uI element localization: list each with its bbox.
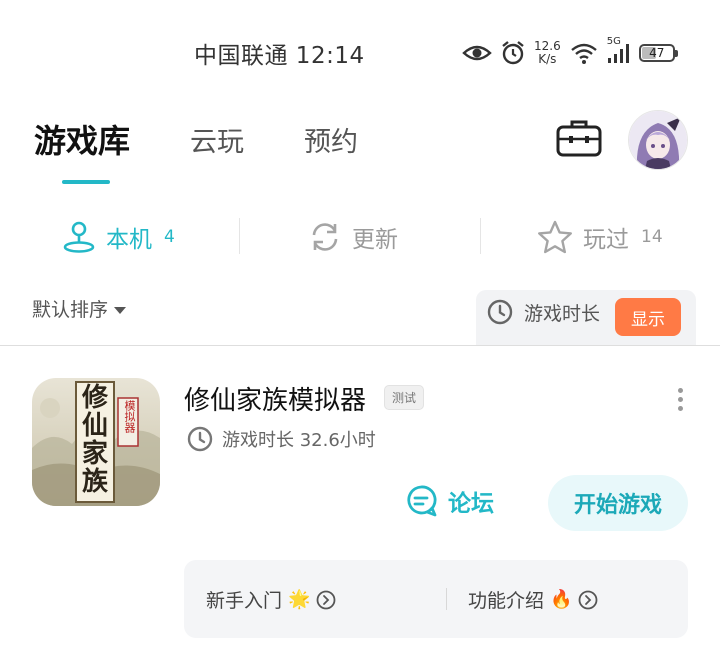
active-tab-indicator — [62, 180, 110, 184]
tab-game-library[interactable]: 游戏库 — [34, 116, 130, 162]
subtab-local-label: 本机 — [106, 227, 152, 253]
circle-arrow-right-icon — [317, 590, 336, 609]
subtab-played[interactable]: 玩过 14 — [537, 218, 663, 256]
chat-bubble-icon — [407, 485, 437, 517]
net-speed-unit: K/s — [538, 52, 557, 66]
subtab-update-label: 更新 — [352, 227, 398, 253]
forum-button[interactable]: 论坛 — [404, 484, 494, 518]
subtab-local[interactable]: 本机 4 — [62, 218, 175, 256]
game-playtime: 游戏时长 32.6小时 — [186, 425, 376, 453]
more-options-icon[interactable] — [672, 388, 688, 418]
star-icon — [538, 220, 572, 254]
subtab-played-count: 14 — [641, 227, 663, 247]
game-icon[interactable]: 修 仙 家 族 模拟器 — [32, 378, 160, 506]
refresh-icon — [312, 223, 338, 251]
signal-5g: 5G — [607, 36, 631, 64]
subtab-update[interactable]: 更新 — [308, 218, 398, 256]
game-icon-char: 仙 — [81, 411, 108, 441]
person-location-icon — [63, 221, 95, 253]
status-icons: 12.6 K/s 5G 47 — [462, 36, 678, 70]
sort-dropdown[interactable]: 默认排序 — [32, 295, 127, 322]
subtab-played-label: 玩过 — [583, 227, 629, 253]
toolbox-icon[interactable] — [556, 118, 602, 158]
subtab-divider — [239, 218, 240, 254]
game-icon-char: 修 — [81, 383, 108, 413]
subtab-divider — [480, 218, 481, 254]
start-game-button[interactable]: 开始游戏 — [548, 475, 688, 531]
eye-icon — [462, 45, 492, 61]
game-icon-char: 族 — [81, 467, 108, 497]
game-icon-title: 修 仙 家 族 — [81, 384, 109, 496]
guide-divider — [446, 588, 447, 610]
forum-label: 论坛 — [448, 491, 494, 517]
game-icon-tag: 模拟器 — [123, 400, 136, 433]
avatar-image — [629, 111, 687, 169]
battery-indicator: 47 — [638, 44, 678, 62]
show-playtime-button[interactable]: 显示 — [615, 298, 681, 336]
caret-down-icon — [114, 307, 127, 314]
wifi-icon — [570, 43, 597, 64]
guide-newbie-link[interactable]: 新手入门 🌟 — [206, 586, 336, 613]
tab-cloud-play[interactable]: 云玩 — [190, 120, 244, 159]
tab-reserve[interactable]: 预约 — [304, 120, 358, 159]
star-emoji-icon: 🌟 — [288, 589, 311, 610]
guide-features-label: 功能介绍 — [468, 590, 545, 612]
section-divider — [0, 345, 720, 346]
test-badge: 测试 — [384, 385, 425, 410]
fire-emoji-icon: 🔥 — [550, 589, 573, 610]
alarm-icon — [502, 41, 524, 65]
circle-arrow-right-icon — [579, 590, 598, 609]
playtime-toggle[interactable]: 游戏时长 — [486, 298, 600, 326]
sort-label: 默认排序 — [32, 299, 109, 321]
game-icon-char: 家 — [81, 439, 108, 469]
net-speed: 12.6 K/s — [534, 40, 561, 66]
playtime-label: 游戏时长 — [524, 302, 601, 325]
clock-icon — [487, 299, 513, 325]
battery-level: 47 — [649, 46, 665, 60]
status-carrier-time: 中国联通 12:14 — [194, 43, 365, 69]
user-avatar[interactable] — [628, 110, 688, 170]
clock-icon — [187, 426, 213, 452]
game-playtime-text: 游戏时长 32.6小时 — [222, 430, 376, 451]
guide-features-link[interactable]: 功能介绍 🔥 — [468, 586, 598, 613]
subtab-local-count: 4 — [164, 227, 175, 247]
network-type: 5G — [606, 36, 621, 47]
game-title[interactable]: 修仙家族模拟器 — [184, 380, 366, 417]
guide-newbie-label: 新手入门 — [206, 590, 283, 612]
